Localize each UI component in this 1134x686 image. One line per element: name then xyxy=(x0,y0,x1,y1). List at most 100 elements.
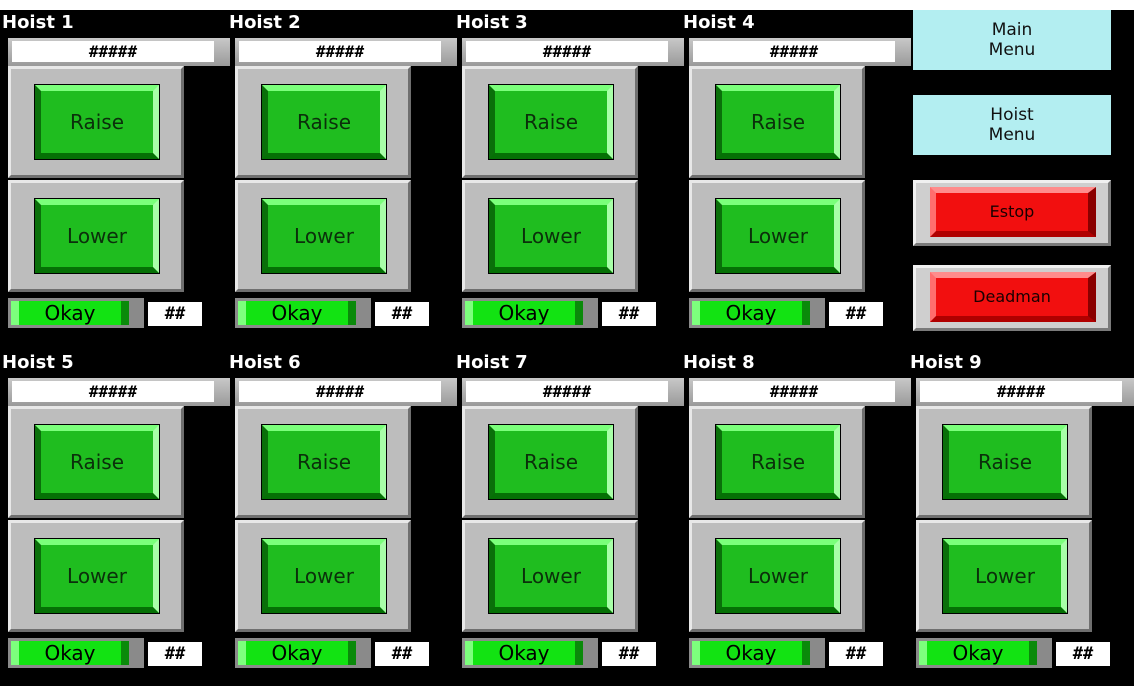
hoist-title: Hoist 2 xyxy=(229,12,301,33)
lower-cell: Lower xyxy=(689,520,865,632)
status-frame: Okay xyxy=(8,638,144,668)
hoist-panel: Hoist 1 ##### Raise Lower Okay ## xyxy=(0,10,230,334)
position-frame: ##### xyxy=(8,38,230,66)
position-frame: ##### xyxy=(8,378,230,406)
hoist-panel: Hoist 7 ##### Raise Lower Okay ## xyxy=(454,350,684,674)
estop-frame: Estop xyxy=(913,180,1111,246)
count-display: ## xyxy=(148,302,202,326)
hoist-title: Hoist 3 xyxy=(456,12,528,33)
hoist-panel: Hoist 5 ##### Raise Lower Okay ## xyxy=(0,350,230,674)
lower-button[interactable]: Lower xyxy=(34,538,160,614)
position-display: ##### xyxy=(239,41,441,62)
position-display: ##### xyxy=(693,381,895,402)
raise-cell: Raise xyxy=(8,66,184,178)
count-display: ## xyxy=(375,642,429,666)
lower-button[interactable]: Lower xyxy=(261,198,387,274)
raise-cell: Raise xyxy=(235,66,411,178)
lower-button[interactable]: Lower xyxy=(488,538,614,614)
status-indicator: Okay xyxy=(692,641,810,665)
raise-cell: Raise xyxy=(689,66,865,178)
lower-cell: Lower xyxy=(689,180,865,292)
raise-button[interactable]: Raise xyxy=(261,84,387,160)
position-display: ##### xyxy=(920,381,1122,402)
hoist-title: Hoist 9 xyxy=(910,352,982,373)
raise-button[interactable]: Raise xyxy=(261,424,387,500)
status-frame: Okay xyxy=(689,298,825,328)
raise-button[interactable]: Raise xyxy=(942,424,1068,500)
position-frame: ##### xyxy=(235,38,457,66)
status-indicator: Okay xyxy=(919,641,1037,665)
count-display: ## xyxy=(602,642,656,666)
count-display: ## xyxy=(602,302,656,326)
status-indicator: Okay xyxy=(238,301,356,325)
status-frame: Okay xyxy=(235,638,371,668)
raise-cell: Raise xyxy=(916,406,1092,518)
raise-cell: Raise xyxy=(235,406,411,518)
lower-cell: Lower xyxy=(462,180,638,292)
raise-button[interactable]: Raise xyxy=(34,84,160,160)
hoist-title: Hoist 7 xyxy=(456,352,528,373)
status-indicator: Okay xyxy=(238,641,356,665)
raise-cell: Raise xyxy=(689,406,865,518)
status-frame: Okay xyxy=(462,298,598,328)
hoist-title: Hoist 1 xyxy=(2,12,74,33)
raise-button[interactable]: Raise xyxy=(34,424,160,500)
count-display: ## xyxy=(829,642,883,666)
position-display: ##### xyxy=(693,41,895,62)
position-frame: ##### xyxy=(462,378,684,406)
position-frame: ##### xyxy=(916,378,1134,406)
raise-button[interactable]: Raise xyxy=(715,84,841,160)
raise-cell: Raise xyxy=(462,66,638,178)
hoist-title: Hoist 8 xyxy=(683,352,755,373)
lower-button[interactable]: Lower xyxy=(261,538,387,614)
lower-cell: Lower xyxy=(462,520,638,632)
estop-button[interactable]: Estop xyxy=(930,187,1096,237)
position-frame: ##### xyxy=(235,378,457,406)
status-frame: Okay xyxy=(689,638,825,668)
deadman-button[interactable]: Deadman xyxy=(930,272,1096,322)
lower-button[interactable]: Lower xyxy=(942,538,1068,614)
status-indicator: Okay xyxy=(692,301,810,325)
count-display: ## xyxy=(829,302,883,326)
lower-button[interactable]: Lower xyxy=(488,198,614,274)
hoist-panel: Hoist 9 ##### Raise Lower Okay ## xyxy=(908,350,1134,674)
status-frame: Okay xyxy=(916,638,1052,668)
position-display: ##### xyxy=(12,41,214,62)
deadman-frame: Deadman xyxy=(913,265,1111,331)
main-menu-button[interactable]: Main Menu xyxy=(913,10,1111,70)
status-frame: Okay xyxy=(462,638,598,668)
lower-button[interactable]: Lower xyxy=(715,198,841,274)
status-frame: Okay xyxy=(235,298,371,328)
status-indicator: Okay xyxy=(465,301,583,325)
raise-button[interactable]: Raise xyxy=(715,424,841,500)
lower-button[interactable]: Lower xyxy=(715,538,841,614)
status-indicator: Okay xyxy=(465,641,583,665)
position-display: ##### xyxy=(466,381,668,402)
status-indicator: Okay xyxy=(11,301,129,325)
position-frame: ##### xyxy=(689,378,911,406)
hoist-panel: Hoist 6 ##### Raise Lower Okay ## xyxy=(227,350,457,674)
hoist-menu-button[interactable]: Hoist Menu xyxy=(913,95,1111,155)
lower-cell: Lower xyxy=(8,180,184,292)
lower-cell: Lower xyxy=(235,180,411,292)
hoist-panel: Hoist 3 ##### Raise Lower Okay ## xyxy=(454,10,684,334)
raise-cell: Raise xyxy=(8,406,184,518)
lower-button[interactable]: Lower xyxy=(34,198,160,274)
lower-cell: Lower xyxy=(8,520,184,632)
raise-button[interactable]: Raise xyxy=(488,84,614,160)
position-display: ##### xyxy=(12,381,214,402)
hoist-panel: Hoist 4 ##### Raise Lower Okay ## xyxy=(681,10,911,334)
raise-cell: Raise xyxy=(462,406,638,518)
hoist-title: Hoist 6 xyxy=(229,352,301,373)
hoist-panel: Hoist 8 ##### Raise Lower Okay ## xyxy=(681,350,911,674)
count-display: ## xyxy=(1056,642,1110,666)
raise-button[interactable]: Raise xyxy=(488,424,614,500)
lower-cell: Lower xyxy=(916,520,1092,632)
count-display: ## xyxy=(148,642,202,666)
lower-cell: Lower xyxy=(235,520,411,632)
hoist-panel: Hoist 2 ##### Raise Lower Okay ## xyxy=(227,10,457,334)
position-frame: ##### xyxy=(689,38,911,66)
hoist-title: Hoist 4 xyxy=(683,12,755,33)
count-display: ## xyxy=(375,302,429,326)
position-frame: ##### xyxy=(462,38,684,66)
